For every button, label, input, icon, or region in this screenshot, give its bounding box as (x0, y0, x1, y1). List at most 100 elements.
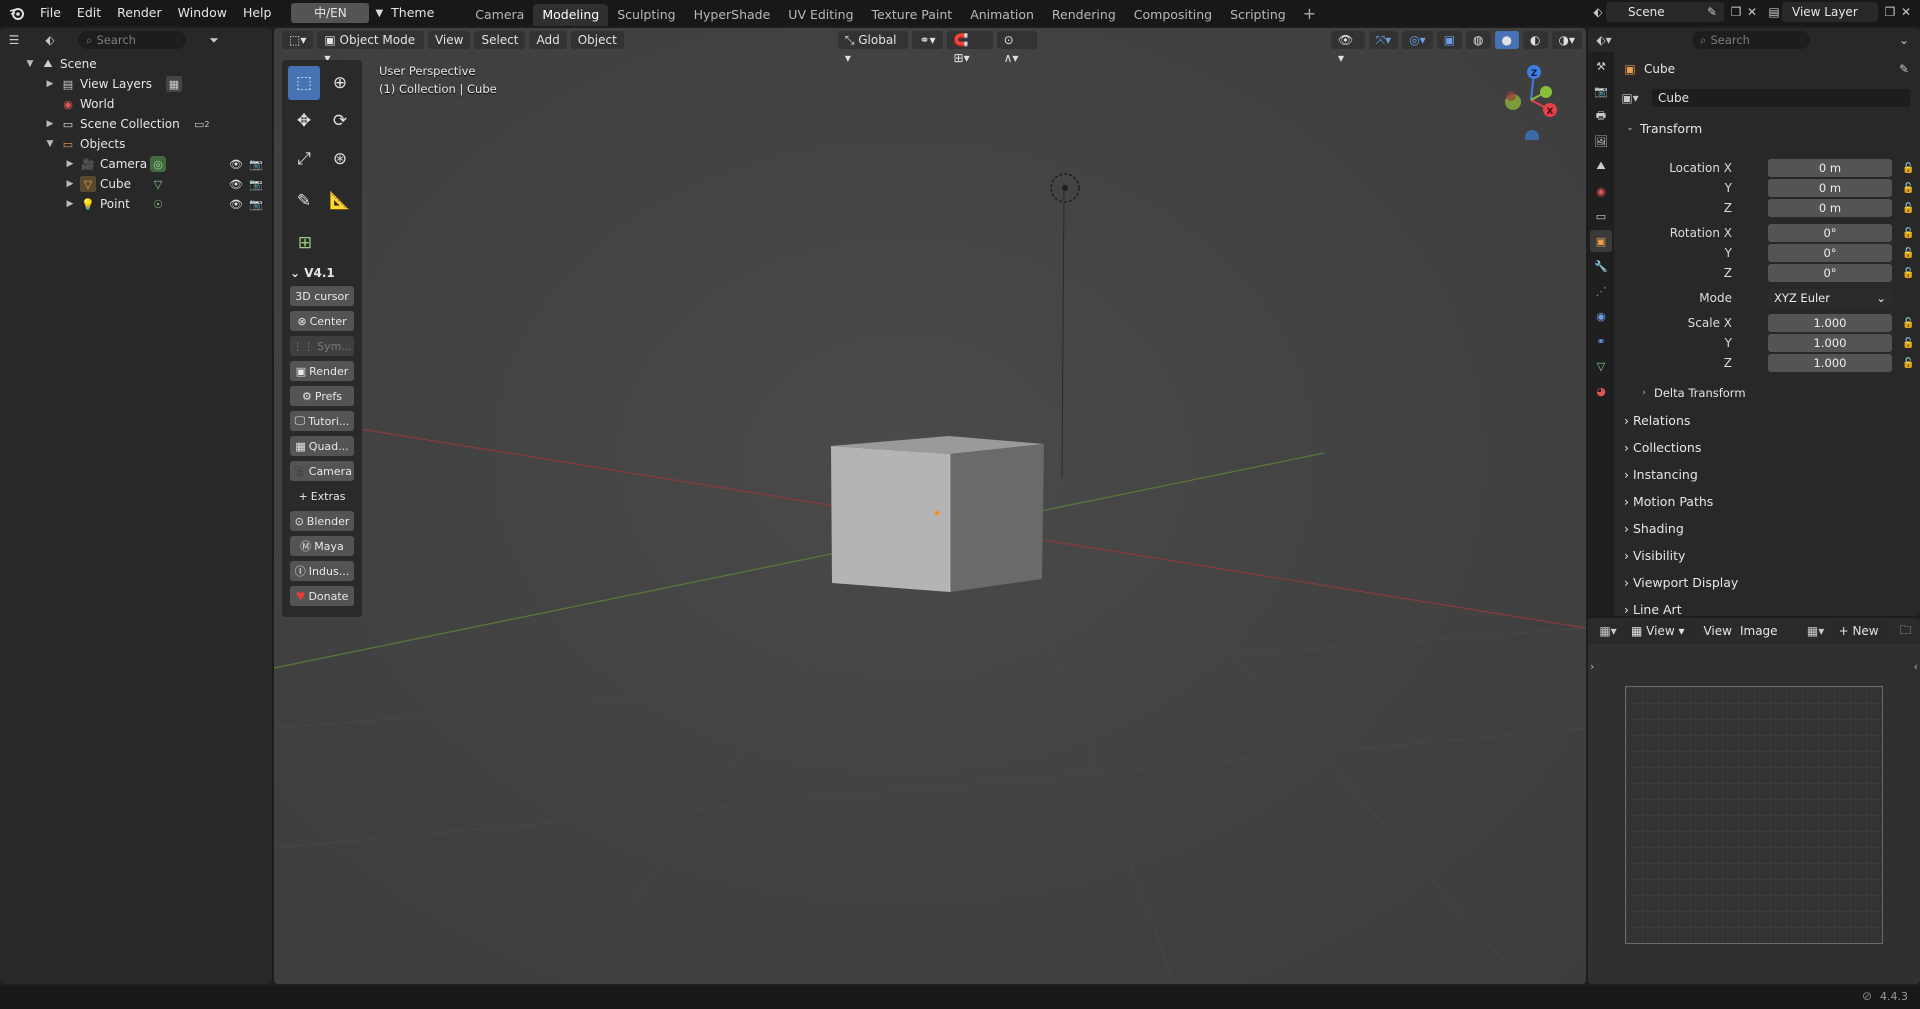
outliner-row-cube[interactable]: ▶ ▽ Cube ▽ 👁 📷 (64, 174, 264, 194)
editor-type-icon[interactable]: ⬖▾ (1596, 32, 1612, 48)
lock-icon[interactable]: 🔓 (1902, 338, 1914, 349)
render-camera-icon[interactable]: 📷 (248, 176, 264, 192)
new-view-layer-icon[interactable]: ❐ (1882, 4, 1898, 20)
eye-icon[interactable]: 👁 (228, 156, 244, 172)
chevron-right-icon[interactable]: ▶ (44, 79, 56, 89)
xray-icon[interactable]: ▣ (1436, 31, 1463, 49)
blender-button[interactable]: ⊙ Blender (290, 511, 354, 531)
v41-panel-title[interactable]: ⌄ V4.1 (290, 266, 354, 280)
blender-logo-icon[interactable] (8, 4, 26, 22)
image-canvas[interactable] (1625, 686, 1883, 944)
image-browse-icon[interactable]: ▦▾ (1807, 623, 1824, 639)
scene-tab-icon[interactable]: ⛰ (1590, 155, 1612, 177)
new-scene-icon[interactable]: ❐ (1728, 4, 1744, 20)
language-toggle-button[interactable]: 中/EN (291, 3, 370, 23)
motion-paths-panel-header[interactable]: › Motion Paths (1624, 494, 1713, 509)
3d-viewport[interactable]: ⬚▾ ▣ Object Mode ▾ View Select Add Objec… (274, 28, 1586, 984)
menu-edit[interactable]: Edit (69, 2, 109, 24)
material-shading-icon[interactable]: ◐ (1523, 31, 1548, 49)
tab-animation[interactable]: Animation (961, 4, 1043, 26)
chevron-right-icon[interactable]: ▶ (64, 159, 76, 169)
scene-type-icon[interactable]: ⬖ (1590, 4, 1606, 20)
select-menu[interactable]: Select (474, 31, 526, 49)
new-image-button[interactable]: + New (1831, 622, 1886, 640)
outliner-row-scene-collection[interactable]: ▶ ▭ Scene Collection ▭ 2 (44, 114, 214, 134)
center-button[interactable]: ⊗ Center (290, 311, 354, 331)
shading-panel-header[interactable]: › Shading (1624, 521, 1684, 536)
symmetry-button[interactable]: ⋮⋮ Sym... (290, 336, 354, 356)
outliner-row-world[interactable]: ◉ World (56, 94, 114, 114)
eye-icon[interactable]: 👁 (228, 196, 244, 212)
select-box-tool-icon[interactable]: ⬚ (288, 66, 320, 100)
quad-button[interactable]: ▦ Quad... (290, 436, 354, 456)
rotation-x-field[interactable]: 0° (1768, 224, 1892, 242)
chevron-right-icon[interactable]: ▶ (44, 119, 56, 129)
scene-field[interactable]: Scene ✎ (1606, 2, 1724, 22)
theme-menu[interactable]: Theme (383, 2, 442, 24)
pin-icon[interactable]: ✎ (1704, 4, 1720, 20)
view-menu[interactable]: View (1703, 624, 1731, 638)
object-menu[interactable]: Object (570, 31, 624, 49)
data-tab-icon[interactable]: ▽ (1590, 355, 1612, 377)
scale-tool-icon[interactable]: ⤢ (288, 142, 320, 176)
render-camera-icon[interactable]: 📷 (248, 156, 264, 172)
editor-type-icon[interactable]: ☰ (6, 32, 22, 48)
scale-x-field[interactable]: 1.000 (1768, 314, 1892, 332)
menu-help[interactable]: Help (235, 2, 280, 24)
chevron-down-icon[interactable]: ▼ (44, 139, 56, 149)
view-menu[interactable]: View (427, 31, 471, 49)
add-cube-tool-icon[interactable]: ⊞ (288, 226, 322, 260)
render-camera-icon[interactable]: 📷 (248, 196, 264, 212)
render-button[interactable]: ▣ Render (290, 361, 354, 381)
location-z-field[interactable]: 0 m (1768, 199, 1892, 217)
lock-icon[interactable]: 🔓 (1902, 358, 1914, 369)
menu-file[interactable]: File (32, 2, 69, 24)
prefs-button[interactable]: ⚙ Prefs (290, 386, 354, 406)
viewport-display-panel-header[interactable]: › Viewport Display (1624, 575, 1738, 590)
location-x-field[interactable]: 0 m (1768, 159, 1892, 177)
render-tab-icon[interactable]: 📷 (1590, 80, 1612, 102)
view-mode-dropdown[interactable]: ▦ View ▾ (1624, 622, 1692, 640)
donate-button[interactable]: ♥ Donate (290, 586, 354, 606)
maya-button[interactable]: Ⓜ Maya (290, 536, 354, 556)
lock-icon[interactable]: 🔓 (1902, 318, 1914, 329)
chevron-down-icon[interactable]: ▼ (24, 59, 36, 69)
tab-camera[interactable]: Camera (466, 4, 533, 26)
particles-tab-icon[interactable]: ⋰ (1590, 280, 1612, 302)
lock-icon[interactable]: 🔓 (1902, 183, 1914, 194)
constraints-tab-icon[interactable]: ⚭ (1590, 330, 1612, 352)
lock-icon[interactable]: 🔓 (1902, 163, 1914, 174)
world-tab-icon[interactable]: ◉ (1590, 180, 1612, 202)
rotation-mode-dropdown[interactable]: XYZ Euler ⌄ (1768, 289, 1892, 307)
pivot-icon[interactable]: ⚭▾ (912, 31, 943, 49)
rotation-y-field[interactable]: 0° (1768, 244, 1892, 262)
line-art-panel-header[interactable]: › Line Art (1624, 602, 1682, 616)
editor-type-button[interactable]: ⬚▾ (282, 31, 314, 49)
view-layer-field[interactable]: View Layer (1782, 2, 1878, 22)
proportional-edit-icon[interactable]: ⊙ ∧▾ (996, 31, 1037, 65)
sidebar-toggle-right-icon[interactable]: ‹ (1914, 660, 1918, 673)
remove-scene-icon[interactable]: ✕ (1744, 4, 1760, 20)
cursor-tool-icon[interactable]: ⊕ (324, 66, 356, 100)
view-layer-tab-icon[interactable]: 🖼 (1590, 130, 1612, 152)
physics-tab-icon[interactable]: ◉ (1590, 305, 1612, 327)
view-layer-type-icon[interactable]: ▤ (1766, 4, 1782, 20)
rotate-tool-icon[interactable]: ⟳ (324, 104, 356, 138)
rendered-shading-icon[interactable]: ◑▾ (1551, 31, 1582, 49)
tab-sculpting[interactable]: Sculpting (608, 4, 684, 26)
wireframe-shading-icon[interactable]: ◍ (1466, 31, 1491, 49)
collections-panel-header[interactable]: › Collections (1624, 440, 1701, 455)
add-menu[interactable]: Add (529, 31, 567, 49)
output-tab-icon[interactable]: 🖶 (1590, 105, 1612, 127)
gizmo-toggle-icon[interactable]: ⤧▾ (1368, 31, 1399, 49)
lock-icon[interactable]: 🔓 (1902, 228, 1914, 239)
tool-tab-icon[interactable]: ⚒ (1590, 55, 1612, 77)
relations-panel-header[interactable]: › Relations (1624, 413, 1690, 428)
object-mode-dropdown[interactable]: ▣ Object Mode ▾ (317, 31, 424, 65)
visibility-icon[interactable]: 👁▾ (1331, 31, 1365, 65)
lock-icon[interactable]: 🔓 (1902, 248, 1914, 259)
delta-transform-header[interactable]: › Delta Transform (1638, 383, 1920, 403)
filter-icon[interactable]: ⏷ (206, 32, 222, 48)
outliner-row-view-layers[interactable]: ▶ ▤ View Layers ▦ (44, 74, 186, 94)
annotate-tool-icon[interactable]: ✎ (288, 184, 320, 218)
